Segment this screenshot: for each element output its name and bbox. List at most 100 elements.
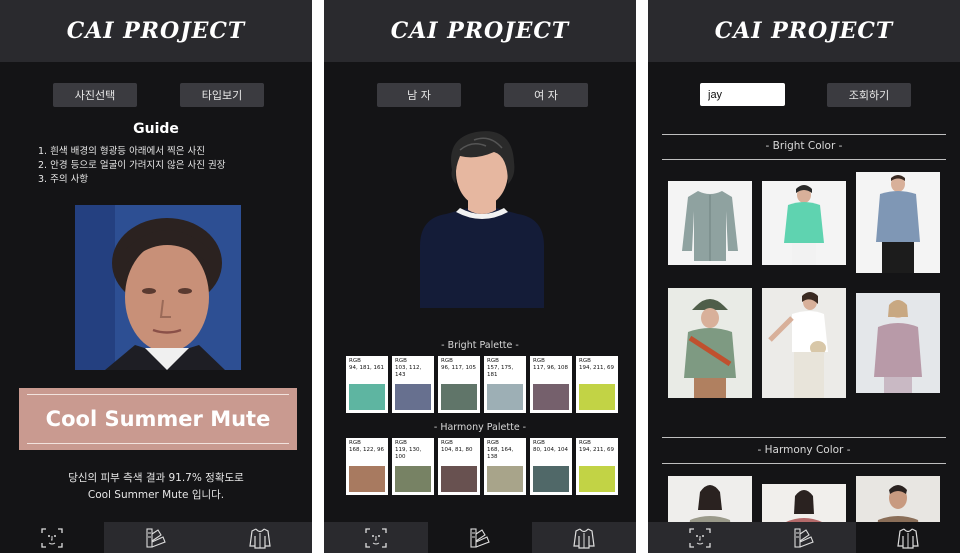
swatch-color [533,384,569,410]
color-swatch[interactable]: RGB 168, 122, 96 [346,438,388,495]
color-swatch[interactable]: RGB 194, 211, 69 [576,356,618,413]
swatch-color [441,466,477,492]
guide-item: 3. 주의 사항 [38,174,89,185]
product-card[interactable] [668,181,752,265]
swatch-label: RGB [441,440,453,446]
swatch-color [579,466,615,492]
bottom-nav [324,522,636,553]
swatch-color [395,466,431,492]
app-header: CAI PROJECT [324,0,636,62]
nav-clothing[interactable] [532,522,636,553]
swatch-color [487,466,523,492]
swatch-label: RGB [579,440,591,446]
swatch-rgb: 168, 164, 138 [487,447,514,460]
nav-palette[interactable] [428,522,532,553]
face-scan-icon [689,527,711,548]
app-logo: CAI PROJECT [390,18,570,44]
swatch-rgb: 96, 117, 105 [441,365,476,371]
color-swatch[interactable]: RGB 157, 175, 181 [484,356,526,413]
swatch-color [533,466,569,492]
swatch-label: RGB [579,358,591,364]
nav-clothing[interactable] [208,522,312,553]
screen-recommend: CAI PROJECT 조회하기 - Bright Color - [648,0,960,553]
screen-analysis: CAI PROJECT 사진선택 타입보기 Guide 1. 흰색 배경의 형광… [0,0,312,553]
color-swatch[interactable]: RGB 168, 164, 138 [484,438,526,495]
guide-title: Guide [133,121,179,137]
divider [662,134,946,135]
nav-palette[interactable] [104,522,208,553]
guide-item: 1. 흰색 배경의 형광등 아래에서 찍은 사진 [38,146,206,157]
denim-shirt-model-image [856,172,940,273]
color-fan-icon [470,527,490,548]
app-logo: CAI PROJECT [66,18,246,44]
bright-palette-title: - Bright Palette - [441,340,519,351]
mauve-cardigan-model-image [856,293,940,393]
swatch-rgb: 194, 211, 69 [579,447,614,453]
color-swatch[interactable]: RGB 96, 117, 105 [438,356,480,413]
nav-analysis[interactable] [324,522,428,553]
guide-item: 2. 안경 등으로 얼굴이 가려지지 않은 사진 권장 [38,160,226,171]
color-swatch[interactable]: RGB 119, 130, 100 [392,438,434,495]
screen-palette: CAI PROJECT 남 자 여 자 - Bright Palette - R… [324,0,636,553]
color-swatch[interactable]: RGB 104, 81, 80 [438,438,480,495]
product-card[interactable] [856,293,940,393]
swatch-label: RGB [441,358,453,364]
swatch-label: RGB [533,440,545,446]
color-swatch[interactable]: RGB 194, 211, 69 [576,438,618,495]
male-button[interactable]: 남 자 [377,83,461,107]
search-button[interactable]: 조회하기 [827,83,911,107]
divider [662,463,946,464]
white-tee-model-image [762,288,846,398]
color-fan-icon [146,527,166,548]
face-scan-icon [41,527,63,548]
color-swatch[interactable]: RGB 80, 104, 104 [530,438,572,495]
product-card[interactable] [856,172,940,273]
swatch-label: RGB [395,440,407,446]
view-type-button[interactable]: 타입보기 [180,83,264,107]
nav-analysis[interactable] [0,522,104,553]
nav-clothing[interactable] [856,522,960,553]
swatch-color [349,384,385,410]
result-desc-line: Cool Summer Mute 입니다. [87,489,225,501]
color-swatch[interactable]: RGB 94, 181, 161 [346,356,388,413]
bright-color-title: - Bright Color - [765,140,843,152]
result-type: Cool Summer Mute [45,407,271,431]
swatch-rgb: 119, 130, 100 [395,447,422,460]
swatch-rgb: 80, 104, 104 [533,447,568,453]
color-swatch[interactable]: RGB 103, 112, 143 [392,356,434,413]
jacket-icon [897,527,919,549]
jacket-icon [573,527,595,549]
swatch-rgb: 168, 122, 96 [349,447,384,453]
nav-palette[interactable] [752,522,856,553]
swatch-color [487,384,523,410]
bucket-hat-model-image [668,288,752,398]
swatch-rgb: 94, 181, 161 [349,365,384,371]
swatch-rgb: 117, 96, 108 [533,365,568,371]
result-desc-line: 당신의 피부 측색 결과 91.7% 정확도로 [68,472,244,484]
jacket-icon [249,527,271,549]
guide-list: 1. 흰색 배경의 형광등 아래에서 찍은 사진 2. 안경 등으로 얼굴이 가… [38,145,226,187]
swatch-label: RGB [395,358,407,364]
divider [662,437,946,438]
face-scan-icon [365,527,387,548]
app-header: CAI PROJECT [648,0,960,62]
bottom-nav [0,522,312,553]
swatch-color [579,384,615,410]
uploaded-face-photo [75,205,241,370]
female-button[interactable]: 여 자 [504,83,588,107]
product-card[interactable] [668,288,752,398]
swatch-rgb: 104, 81, 80 [441,447,473,453]
nav-analysis[interactable] [648,522,752,553]
swatch-label: RGB [487,440,499,446]
divider [662,159,946,160]
search-input[interactable] [700,83,785,106]
bottom-nav [648,522,960,553]
avatar-illustration [420,131,544,308]
product-card[interactable] [762,288,846,398]
color-fan-icon [794,527,814,548]
select-photo-button[interactable]: 사진선택 [53,83,137,107]
color-swatch[interactable]: RGB 117, 96, 108 [530,356,572,413]
product-card[interactable] [762,181,846,265]
swatch-rgb: 157, 175, 181 [487,365,514,378]
harmony-palette-title: - Harmony Palette - [433,422,527,433]
